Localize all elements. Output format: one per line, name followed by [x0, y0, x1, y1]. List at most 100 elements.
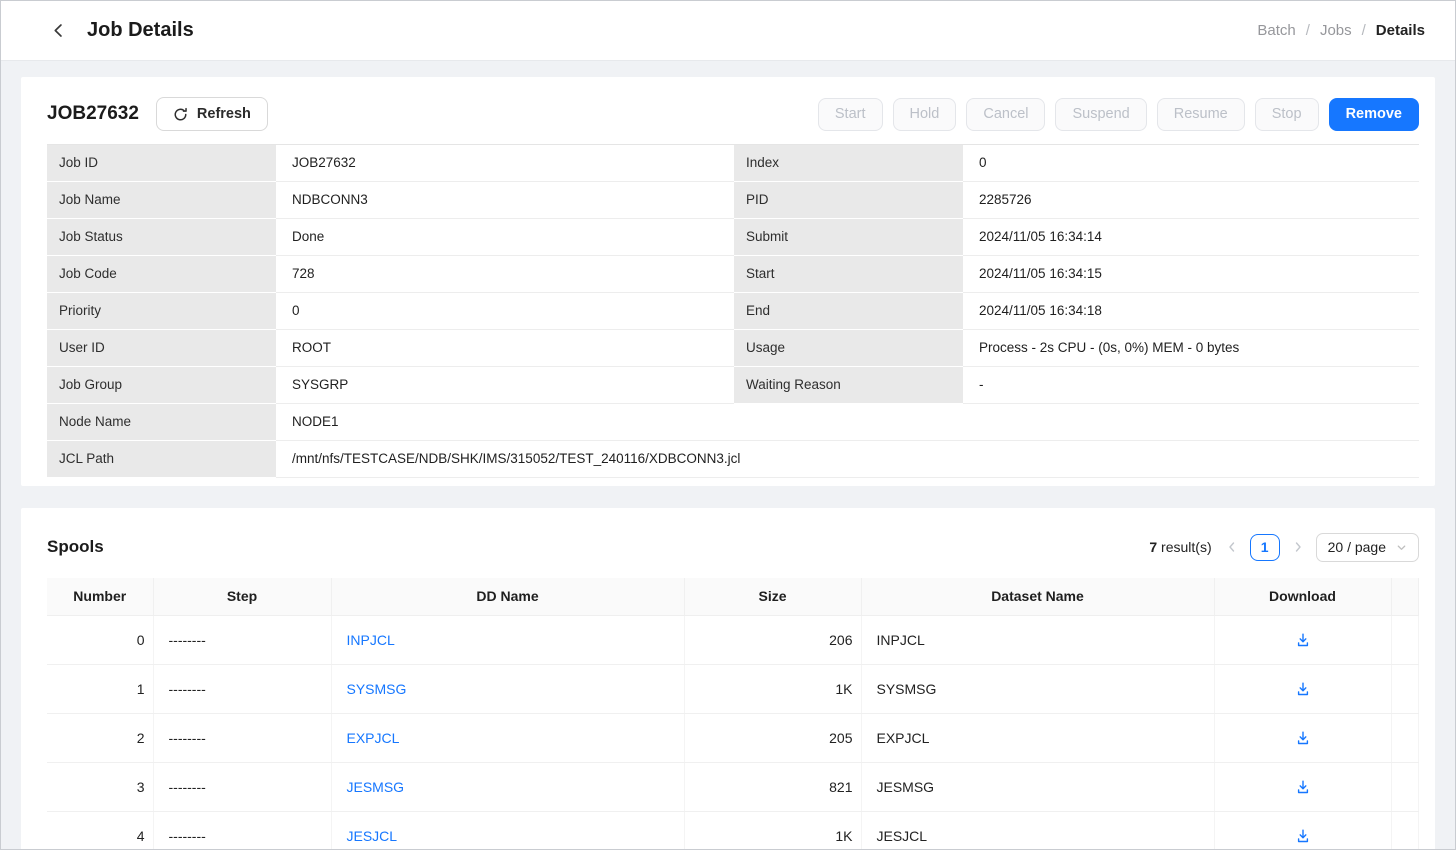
number-cell: 3 — [47, 762, 153, 811]
detail-row: Job GroupSYSGRPWaiting Reason- — [47, 367, 1419, 404]
detail-row: Node NameNODE1 — [47, 404, 1419, 441]
detail-value: - — [963, 367, 1419, 404]
download-icon — [1295, 779, 1311, 795]
pagination-prev — [1226, 541, 1238, 553]
step-cell: -------- — [153, 615, 331, 664]
step-cell: -------- — [153, 713, 331, 762]
download-icon — [1295, 681, 1311, 697]
download-cell — [1214, 664, 1391, 713]
download-button[interactable] — [1291, 628, 1315, 652]
download-icon — [1295, 828, 1311, 844]
extra-cell — [1391, 713, 1419, 762]
download-cell — [1214, 713, 1391, 762]
dd-name-link[interactable]: EXPJCL — [347, 730, 400, 746]
download-button[interactable] — [1291, 775, 1315, 799]
size-cell: 205 — [684, 713, 861, 762]
spools-title: Spools — [47, 532, 104, 562]
number-cell: 2 — [47, 713, 153, 762]
detail-label: Start — [734, 256, 963, 293]
breadcrumb-details: Details — [1376, 22, 1425, 39]
pagination-page-1[interactable]: 1 — [1250, 534, 1280, 561]
download-cell — [1214, 811, 1391, 850]
stop-button: Stop — [1255, 98, 1319, 131]
dataset-name-cell: JESMSG — [861, 762, 1214, 811]
job-details-page: Job Details Batch/Jobs/Details JOB27632 … — [0, 0, 1456, 850]
remove-button[interactable]: Remove — [1329, 98, 1419, 131]
extra-cell — [1391, 615, 1419, 664]
dd-name-link[interactable]: JESMSG — [347, 779, 405, 795]
chevron-down-icon — [1396, 542, 1407, 553]
detail-row: User IDROOTUsageProcess - 2s CPU - (0s, … — [47, 330, 1419, 367]
detail-label: Job Name — [47, 182, 276, 219]
size-cell: 206 — [684, 615, 861, 664]
detail-row: JCL Path/mnt/nfs/TESTCASE/NDB/SHK/IMS/31… — [47, 441, 1419, 478]
spools-table: NumberStepDD NameSizeDataset NameDownloa… — [47, 578, 1419, 850]
detail-label: End — [734, 293, 963, 330]
table-row: 1--------SYSMSG1KSYSMSG — [47, 664, 1419, 713]
chevron-right-icon — [1292, 541, 1304, 553]
download-button[interactable] — [1291, 726, 1315, 750]
detail-label: Job Status — [47, 219, 276, 256]
detail-value: 2285726 — [963, 182, 1419, 219]
breadcrumb-separator: / — [1362, 22, 1366, 39]
chevron-left-icon — [50, 22, 67, 39]
chevron-left-icon — [1226, 541, 1238, 553]
detail-value: 0 — [963, 145, 1419, 182]
detail-value: SYSGRP — [276, 367, 734, 404]
detail-label: PID — [734, 182, 963, 219]
suspend-button: Suspend — [1055, 98, 1146, 131]
start-button: Start — [818, 98, 883, 131]
download-cell — [1214, 615, 1391, 664]
number-cell: 4 — [47, 811, 153, 850]
job-actions: StartHoldCancelSuspendResumeStopRemove — [818, 98, 1419, 131]
page-title: Job Details — [87, 19, 194, 42]
table-row: 2--------EXPJCL205EXPJCL — [47, 713, 1419, 762]
job-id-title: JOB27632 — [47, 103, 139, 125]
column-header-size: Size — [684, 578, 861, 615]
breadcrumb-jobs[interactable]: Jobs — [1320, 22, 1352, 39]
detail-row: Job NameNDBCONN3PID2285726 — [47, 182, 1419, 219]
detail-label: Job ID — [47, 145, 276, 182]
refresh-button[interactable]: Refresh — [156, 97, 268, 131]
pagination-next — [1292, 541, 1304, 553]
page-size-select[interactable]: 20 / page — [1316, 533, 1419, 562]
dataset-name-cell: SYSMSG — [861, 664, 1214, 713]
extra-cell — [1391, 664, 1419, 713]
dd-name-link[interactable]: JESJCL — [347, 828, 398, 844]
table-row: 3--------JESMSG821JESMSG — [47, 762, 1419, 811]
detail-label: Usage — [734, 330, 963, 367]
dd-name-link[interactable]: SYSMSG — [347, 681, 407, 697]
download-button[interactable] — [1291, 677, 1315, 701]
back-button[interactable] — [47, 20, 69, 42]
detail-label: Waiting Reason — [734, 367, 963, 404]
detail-value: NODE1 — [276, 404, 1419, 441]
resume-button: Resume — [1157, 98, 1245, 131]
detail-value: ROOT — [276, 330, 734, 367]
spools-table-body: 0--------INPJCL206INPJCL1--------SYSMSG1… — [47, 615, 1419, 850]
column-header-number: Number — [47, 578, 153, 615]
detail-row: Job IDJOB27632Index0 — [47, 145, 1419, 182]
breadcrumb: Batch / Jobs / Details — [1257, 22, 1425, 39]
detail-label: Node Name — [47, 404, 276, 441]
dd-name-link[interactable]: INPJCL — [347, 632, 395, 648]
dd-name-cell: JESMSG — [331, 762, 684, 811]
detail-row: Job StatusDoneSubmit2024/11/05 16:34:14 — [47, 219, 1419, 256]
results-count: 7 result(s) — [1149, 539, 1211, 555]
detail-label: User ID — [47, 330, 276, 367]
breadcrumb-batch[interactable]: Batch — [1257, 22, 1295, 39]
detail-value: /mnt/nfs/TESTCASE/NDB/SHK/IMS/315052/TES… — [276, 441, 1419, 478]
number-cell: 1 — [47, 664, 153, 713]
detail-label: Job Group — [47, 367, 276, 404]
cancel-button: Cancel — [966, 98, 1045, 131]
breadcrumb-separator: / — [1306, 22, 1310, 39]
download-button[interactable] — [1291, 824, 1315, 848]
topbar: Job Details Batch / Jobs / Details — [1, 1, 1455, 61]
dd-name-cell: INPJCL — [331, 615, 684, 664]
detail-value: 2024/11/05 16:34:15 — [963, 256, 1419, 293]
detail-value: Done — [276, 219, 734, 256]
detail-value: NDBCONN3 — [276, 182, 734, 219]
column-header-extra — [1391, 578, 1419, 615]
detail-label: Priority — [47, 293, 276, 330]
spools-card: Spools 7 result(s) 1 2 — [21, 508, 1435, 850]
detail-value: Process - 2s CPU - (0s, 0%) MEM - 0 byte… — [963, 330, 1419, 367]
